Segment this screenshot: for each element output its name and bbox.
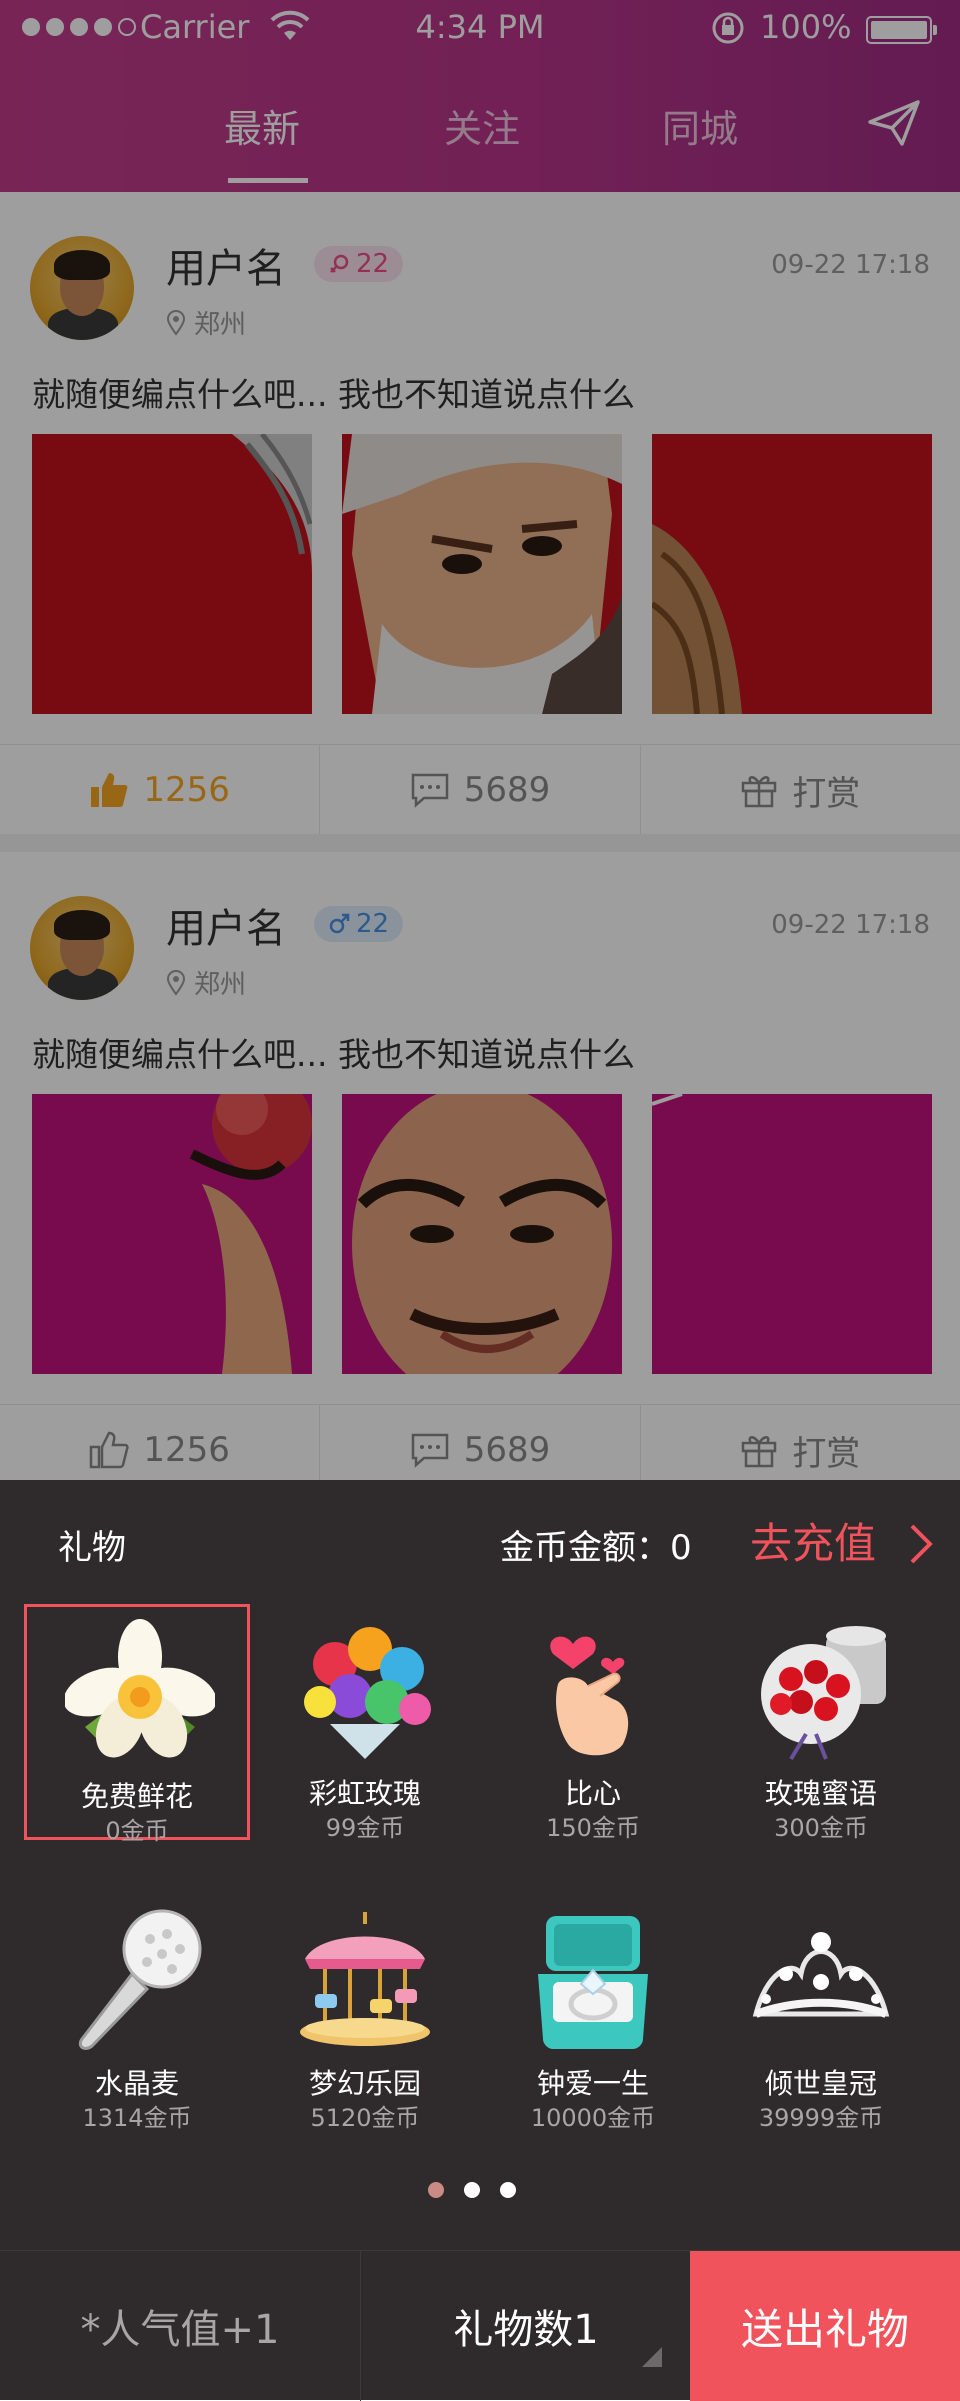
page-dot[interactable] <box>464 2182 480 2198</box>
chevron-right-icon[interactable] <box>908 1522 936 1566</box>
gift-price: 39999金币 <box>758 2104 884 2132</box>
gift-count-selector[interactable]: 礼物数1 <box>362 2251 690 2401</box>
flower-icon <box>65 1619 215 1758</box>
gift-count-label: 礼物数1 <box>453 2307 599 2353</box>
gift-name: 玫瑰蜜语 <box>764 1777 877 1810</box>
gift-panel-title: 礼物 <box>58 1528 126 1568</box>
gift-panel: 礼物 金币金额：0 去充值 免费鲜花 0金币 彩虹玫瑰 99金币 比心 150金… <box>0 1480 960 2401</box>
gift-item[interactable]: 免费鲜花 0金币 <box>24 1604 250 1845</box>
gift-price: 10000金币 <box>530 2104 656 2132</box>
gift-name: 倾世皇冠 <box>764 2067 877 2100</box>
gift-price: 5120金币 <box>310 2104 420 2132</box>
carousel-icon <box>300 1912 430 2046</box>
gift-name: 梦幻乐园 <box>308 2067 421 2100</box>
gift-item[interactable]: 钟爱一生 10000金币 <box>480 1894 706 2132</box>
gift-item[interactable]: 倾世皇冠 39999金币 <box>708 1894 934 2132</box>
modal-backdrop[interactable] <box>0 0 960 1480</box>
gift-name: 比心 <box>564 1777 621 1810</box>
recharge-link[interactable]: 去充值 <box>750 1510 876 1571</box>
gift-item[interactable]: 彩虹玫瑰 99金币 <box>252 1604 478 1842</box>
gift-price: 1314金币 <box>82 2104 192 2132</box>
gift-item[interactable]: 梦幻乐园 5120金币 <box>252 1894 478 2132</box>
gift-price: 300金币 <box>774 1814 868 1842</box>
gift-name: 钟爱一生 <box>536 2067 649 2100</box>
popularity-hint: *人气值+1 <box>0 2251 361 2401</box>
finger-heart-icon <box>550 1636 629 1756</box>
crown-icon <box>752 1932 890 2018</box>
gift-action-bar: *人气值+1 礼物数1 送出礼物 <box>0 2250 960 2401</box>
gift-name: 彩虹玫瑰 <box>308 1777 421 1810</box>
gift-item[interactable]: 比心 150金币 <box>480 1604 706 1842</box>
gift-name: 水晶麦 <box>94 2067 179 2100</box>
page-dot[interactable] <box>428 2182 444 2198</box>
gift-name: 免费鲜花 <box>80 1780 193 1813</box>
coin-balance: 金币金额：0 <box>500 1528 692 1568</box>
page-indicator <box>428 2182 516 2198</box>
gift-price: 99金币 <box>325 1814 405 1842</box>
dropdown-corner-icon <box>642 2347 662 2367</box>
rainbow-rose-icon <box>304 1627 431 1759</box>
crystal-mic-icon <box>78 1909 202 2050</box>
rose-box-icon <box>761 1626 886 1761</box>
gift-item[interactable]: 水晶麦 1314金币 <box>24 1894 250 2132</box>
send-gift-button[interactable]: 送出礼物 <box>690 2251 960 2401</box>
gift-price: 0金币 <box>105 1817 169 1845</box>
gift-price: 150金币 <box>546 1814 640 1842</box>
gift-item[interactable]: 玫瑰蜜语 300金币 <box>708 1604 934 1842</box>
page-dot[interactable] <box>500 2182 516 2198</box>
ring-box-icon <box>538 1916 648 2049</box>
